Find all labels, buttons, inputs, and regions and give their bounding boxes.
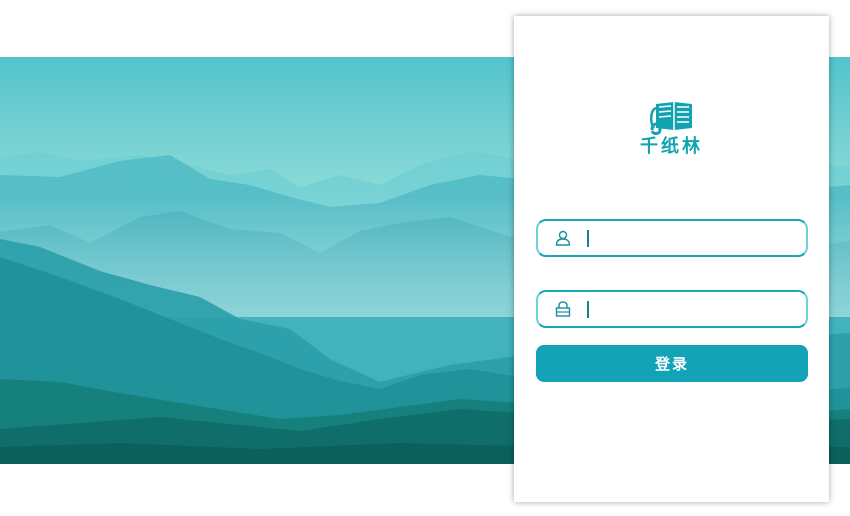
text-cursor: [587, 230, 589, 247]
user-icon: [555, 230, 571, 246]
brand-name: 千纸林: [640, 136, 703, 157]
username-field[interactable]: [536, 219, 808, 257]
book-scroll-icon: [648, 100, 696, 136]
login-card: 千纸林 登录: [514, 16, 829, 502]
username-input[interactable]: [592, 225, 796, 253]
text-cursor: [587, 301, 589, 318]
password-field[interactable]: [536, 290, 808, 328]
brand-logo: 千纸林: [514, 100, 829, 162]
password-input[interactable]: [592, 296, 796, 324]
lock-icon: [555, 301, 571, 317]
login-button[interactable]: 登录: [536, 345, 808, 382]
